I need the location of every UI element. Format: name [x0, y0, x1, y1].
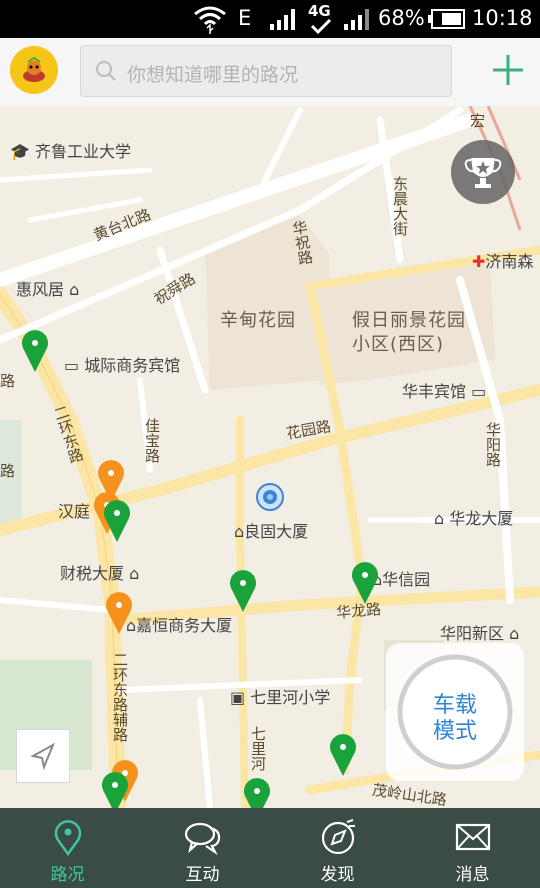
wifi-icon [194, 6, 226, 34]
poi-label: 🎓 齐鲁工业大学 [10, 142, 132, 161]
road-label: 路 [0, 462, 16, 480]
network-type-2: 4G [308, 2, 331, 20]
avatar[interactable] [10, 46, 58, 94]
check-icon [310, 19, 332, 35]
road-label: 东晨大街 [391, 176, 409, 236]
duck-icon [23, 56, 45, 82]
location-pin-icon [54, 820, 82, 856]
traffic-pin-green[interactable] [242, 776, 272, 808]
car-mode-label-2: 模式 [432, 719, 477, 744]
signal-icon-2 [344, 9, 369, 30]
poi-label: ⌂华信园 [372, 570, 431, 589]
nav-label: 路况 [50, 865, 85, 885]
trophy-icon [464, 158, 502, 188]
search-icon [96, 61, 116, 81]
traffic-pin-orange[interactable] [104, 590, 134, 636]
bottom-nav: 路况 互动 发现 消息 [0, 808, 540, 888]
traffic-pin-green[interactable] [102, 498, 132, 544]
poi-label: 华阳新区 ⌂ [440, 624, 520, 643]
road-label: 宏 [470, 112, 486, 130]
network-type-1: E [238, 6, 252, 30]
poi-label: ⌂ 华龙大厦 [434, 509, 514, 528]
nav-messages[interactable]: 消息 [405, 808, 540, 888]
road-label: 二环东路辅路 [111, 652, 129, 742]
discover-icon [321, 819, 355, 855]
locate-button[interactable] [16, 729, 70, 783]
chat-bubbles-icon [184, 822, 221, 856]
traffic-pin-green[interactable] [328, 732, 358, 778]
nav-label: 发现 [320, 865, 355, 885]
status-bar: E 4G 68% 10:18 [0, 0, 540, 38]
road-label: 华阳路 [484, 422, 502, 467]
area-label: 小区(西区) [352, 334, 445, 355]
battery-icon [428, 9, 465, 29]
poi-label: 财税大厦 ⌂ [60, 564, 140, 583]
navigation-arrow-icon [30, 742, 55, 771]
road-label: 路 [0, 372, 16, 390]
nav-label: 互动 [185, 865, 220, 885]
nav-discover[interactable]: 发现 [270, 808, 405, 888]
road-label: 七里河 [249, 726, 267, 771]
poi-label: ⌂良固大厦 [234, 522, 309, 541]
add-icon[interactable] [488, 50, 528, 90]
clock: 10:18 [472, 6, 533, 30]
nav-label: 消息 [455, 865, 490, 885]
traffic-pin-green[interactable] [100, 770, 130, 808]
nav-interact[interactable]: 互动 [135, 808, 270, 888]
car-mode-button[interactable]: 车载 模式 [386, 643, 524, 781]
traffic-pin-green[interactable] [350, 560, 380, 606]
signal-icon [270, 9, 295, 30]
area-label: 假日丽景花园 [352, 310, 466, 331]
traffic-pin-green[interactable] [20, 328, 50, 374]
poi-label: 汉庭 [58, 502, 91, 521]
trophy-button[interactable] [451, 140, 515, 204]
top-bar: 你想知道哪里的路况 [0, 38, 540, 107]
search-box[interactable]: 你想知道哪里的路况 [80, 45, 452, 97]
area-label: 辛甸花园 [220, 310, 296, 331]
traffic-pin-green[interactable] [228, 568, 258, 614]
poi-label: ▣ 七里河小学 [230, 688, 331, 707]
nav-traffic[interactable]: 路况 [0, 808, 135, 888]
my-location-icon [256, 483, 284, 511]
poi-label: 惠风居 ⌂ [16, 280, 80, 299]
poi-label: 华丰宾馆 ▭ [402, 382, 487, 401]
poi-label: ⌂嘉恒商务大厦 [126, 616, 233, 635]
poi-label: ▭ 城际商务宾馆 [64, 356, 181, 375]
battery-percent: 68% [378, 6, 425, 30]
poi-label: ✚济南森 [472, 252, 534, 271]
search-placeholder: 你想知道哪里的路况 [127, 64, 299, 86]
road-label: 佳宝路 [143, 418, 161, 463]
mail-icon [455, 823, 491, 851]
